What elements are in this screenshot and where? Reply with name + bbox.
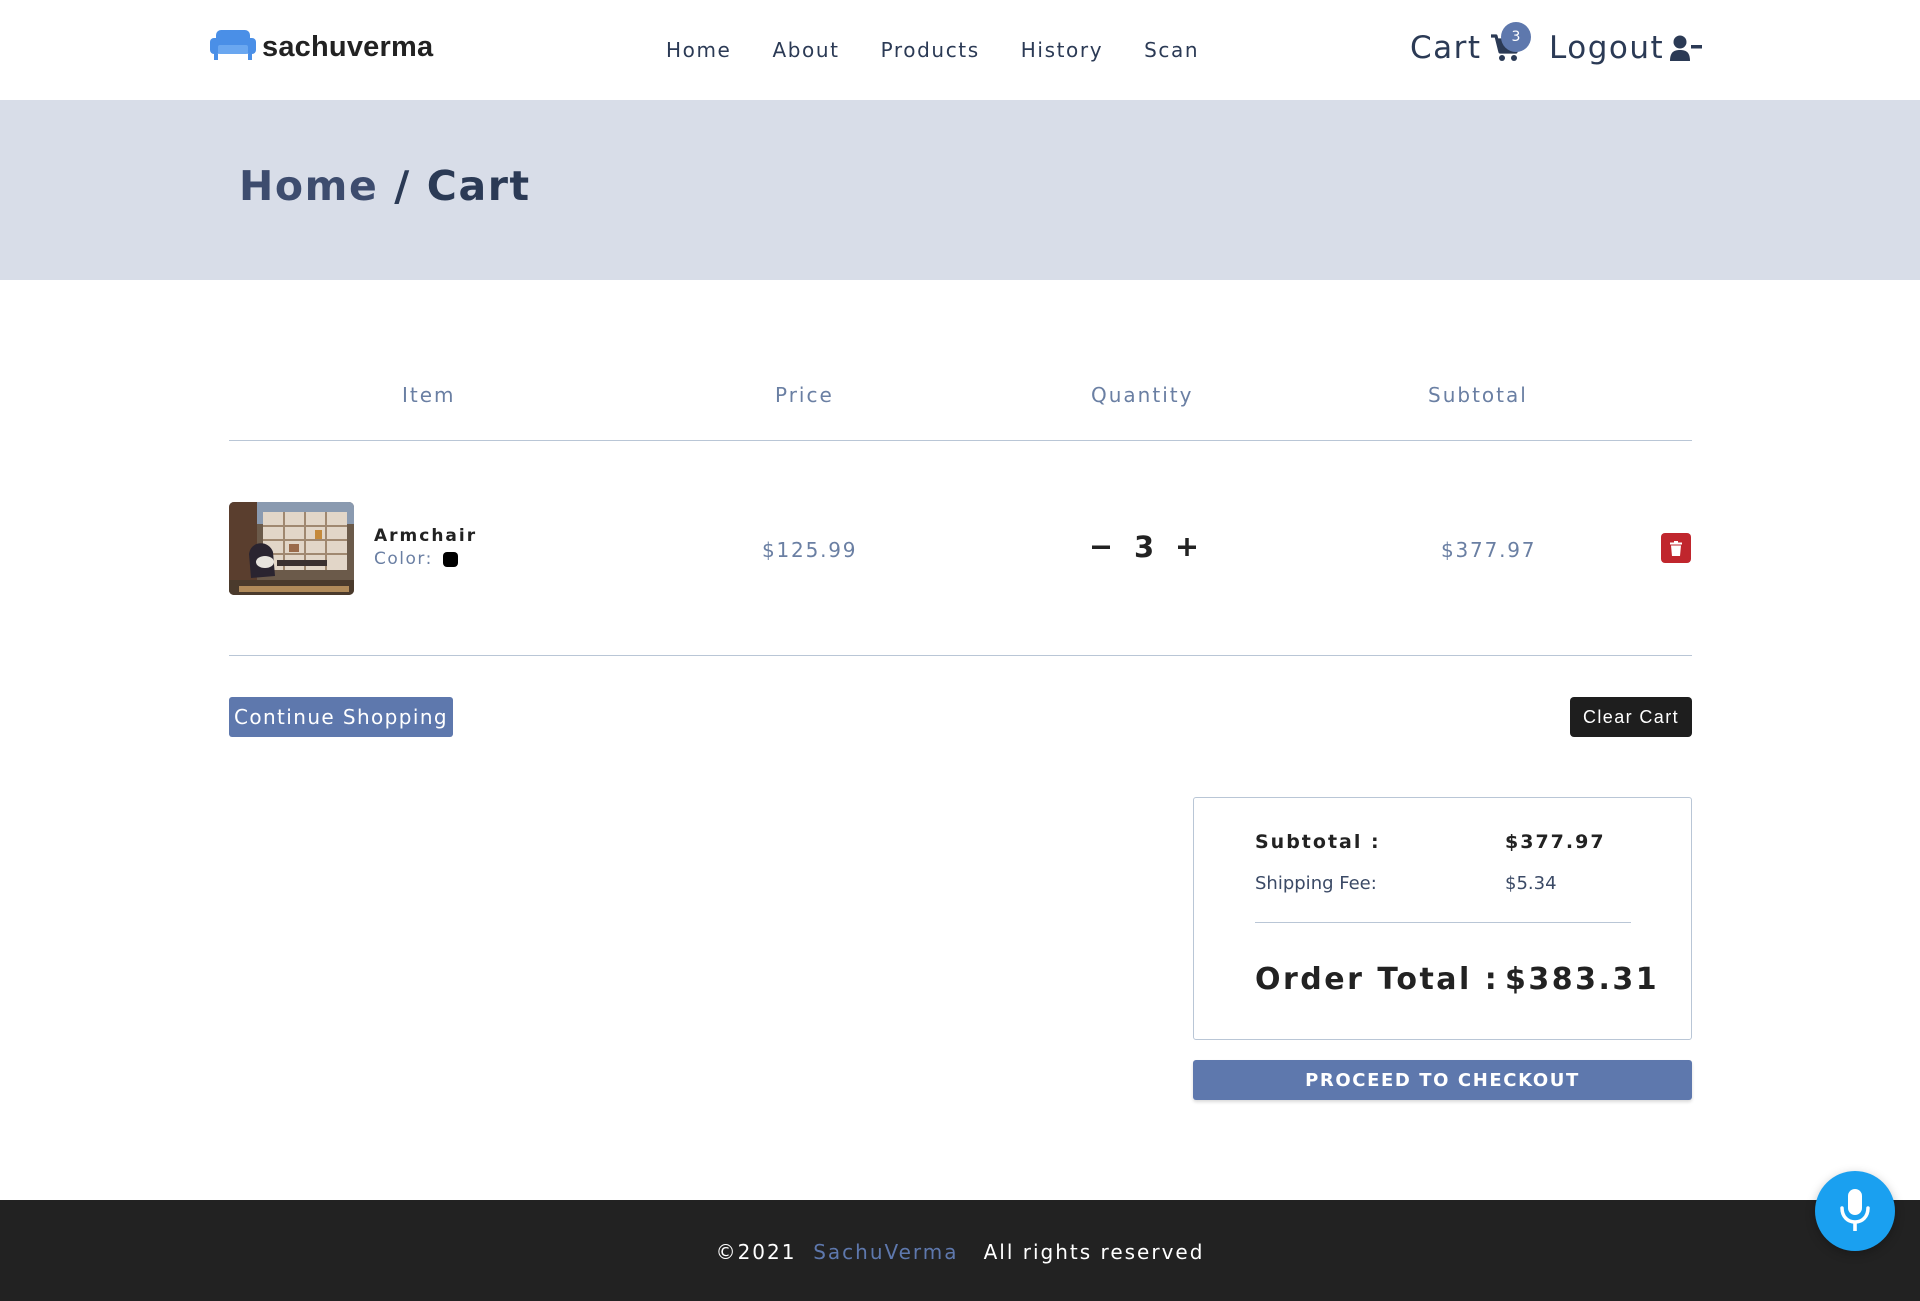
product-color-label: Color: bbox=[374, 549, 433, 569]
footer-text: ©2021 SachuVerma All rights reserved bbox=[0, 1240, 1920, 1264]
footer-brand-link[interactable]: SachuVerma bbox=[813, 1240, 958, 1264]
decrease-quantity-button[interactable] bbox=[1090, 532, 1112, 562]
subtotal-label: Subtotal : bbox=[1255, 831, 1381, 853]
continue-shopping-button[interactable]: Continue Shopping bbox=[229, 697, 453, 737]
column-header-subtotal: Subtotal bbox=[1428, 383, 1528, 407]
order-total-value: $383.31 bbox=[1505, 962, 1660, 997]
breadcrumb: Home / Cart bbox=[239, 162, 531, 210]
footer-copyright: ©2021 bbox=[715, 1240, 797, 1264]
shipping-fee-value: $5.34 bbox=[1505, 873, 1557, 894]
nav-about[interactable]: About bbox=[772, 38, 839, 62]
product-name: Armchair bbox=[374, 526, 478, 546]
breadcrumb-band: Home / Cart bbox=[0, 100, 1920, 280]
subtotal-value: $377.97 bbox=[1505, 831, 1606, 853]
nav-history[interactable]: History bbox=[1021, 38, 1103, 62]
summary-divider bbox=[1255, 922, 1631, 923]
voice-search-button[interactable] bbox=[1815, 1171, 1895, 1251]
brand-name: sachuverma bbox=[262, 30, 434, 63]
product-image[interactable] bbox=[229, 502, 354, 595]
cart-button[interactable]: Cart 3 bbox=[1410, 22, 1531, 66]
column-header-quantity: Quantity bbox=[1091, 383, 1194, 407]
clear-cart-button[interactable]: Clear Cart bbox=[1570, 697, 1692, 737]
footer-rights: All rights reserved bbox=[983, 1240, 1205, 1264]
remove-item-button[interactable] bbox=[1661, 533, 1691, 563]
trash-icon bbox=[1670, 540, 1682, 556]
order-summary: Subtotal : $377.97 Shipping Fee: $5.34 O… bbox=[1193, 797, 1692, 1040]
breadcrumb-home-link[interactable]: Home bbox=[239, 162, 378, 210]
product-price: $125.99 bbox=[762, 538, 858, 562]
quantity-stepper: 3 bbox=[1090, 530, 1198, 564]
quantity-value: 3 bbox=[1134, 530, 1155, 564]
breadcrumb-separator: / bbox=[394, 162, 411, 210]
site-header: sachuverma Home About Products History S… bbox=[0, 0, 1920, 100]
user-minus-icon bbox=[1670, 34, 1703, 62]
proceed-to-checkout-button[interactable]: PROCEED TO CHECKOUT bbox=[1193, 1060, 1692, 1100]
table-divider-bottom bbox=[229, 655, 1692, 656]
cart-count-badge: 3 bbox=[1501, 22, 1531, 52]
shipping-fee-label: Shipping Fee: bbox=[1255, 873, 1377, 894]
column-header-price: Price bbox=[775, 383, 834, 407]
cart-label: Cart bbox=[1410, 30, 1482, 66]
sofa-logo-icon bbox=[210, 28, 256, 66]
nav-scan[interactable]: Scan bbox=[1144, 38, 1199, 62]
product-subtotal: $377.97 bbox=[1441, 538, 1537, 562]
site-footer: ©2021 SachuVerma All rights reserved bbox=[0, 1200, 1920, 1301]
order-total-label: Order Total : bbox=[1255, 962, 1500, 997]
column-header-item: Item bbox=[402, 383, 456, 407]
breadcrumb-current: Cart bbox=[426, 162, 531, 210]
logout-button[interactable]: Logout bbox=[1549, 30, 1703, 66]
color-swatch bbox=[442, 551, 458, 567]
table-divider-top bbox=[229, 440, 1692, 441]
nav-products[interactable]: Products bbox=[881, 38, 980, 62]
logout-label: Logout bbox=[1549, 30, 1665, 66]
nav-home[interactable]: Home bbox=[666, 38, 731, 62]
product-color: Color: bbox=[374, 549, 458, 569]
microphone-icon bbox=[1840, 1189, 1870, 1233]
increase-quantity-button[interactable] bbox=[1176, 532, 1198, 562]
main-nav: Home About Products History Scan bbox=[666, 38, 1199, 62]
brand-logo[interactable]: sachuverma bbox=[210, 28, 433, 66]
